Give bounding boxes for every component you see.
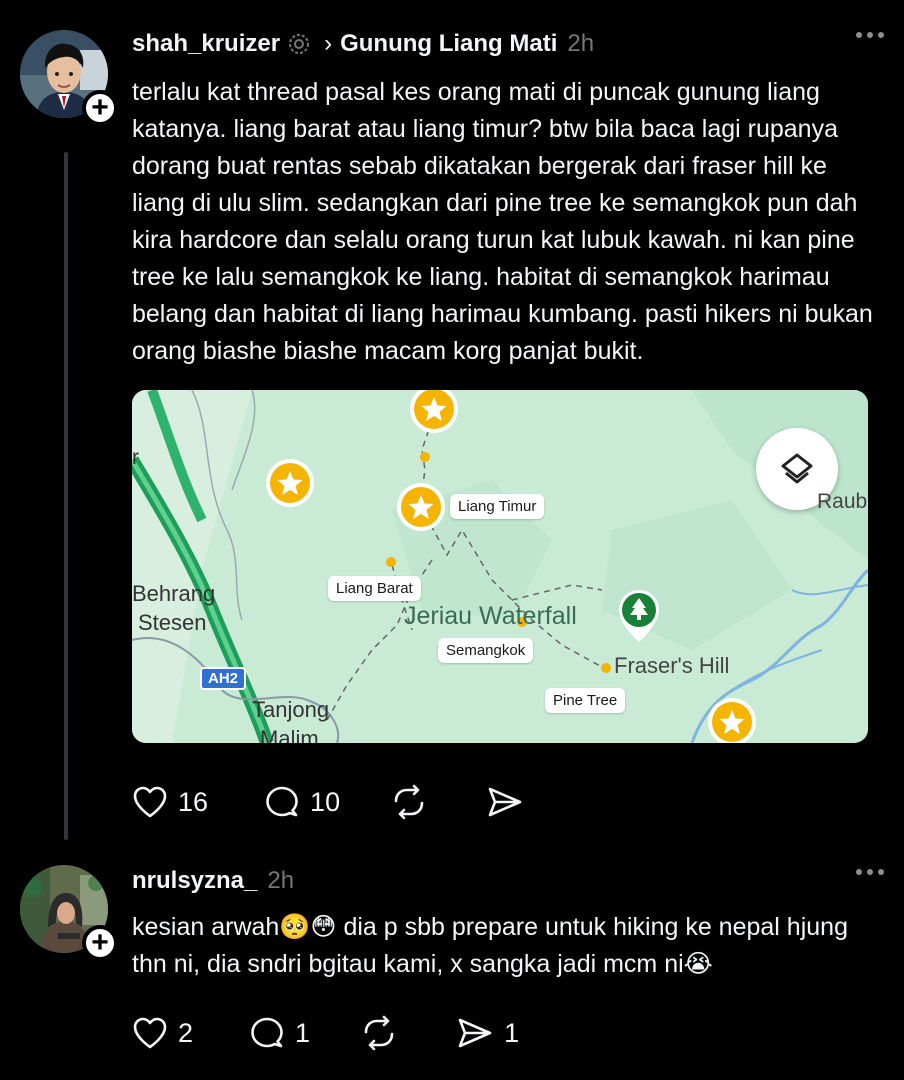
map-place-raub: Raub xyxy=(817,490,868,513)
like-button[interactable]: 2 xyxy=(132,1016,193,1050)
heart-icon xyxy=(133,1017,167,1049)
comment-icon xyxy=(251,1017,283,1048)
reply-count: 1 xyxy=(295,1017,311,1048)
post-header: nrulsyzna_ 2h xyxy=(132,861,884,901)
map-background xyxy=(132,390,868,743)
chevron-right-icon: › xyxy=(324,30,333,57)
post-header: shah_kruizer › Gunung Liang Mati 2h xyxy=(132,24,884,64)
star-marker-icon[interactable] xyxy=(407,390,461,436)
star-marker-icon[interactable] xyxy=(705,695,759,743)
post-actions: 2 1 1 xyxy=(132,1015,519,1051)
share-icon xyxy=(458,1018,492,1048)
highway-shield: AH2 xyxy=(200,667,247,690)
avatar-container[interactable]: + xyxy=(20,30,118,126)
share-count: 1 xyxy=(504,1017,520,1048)
post-text: kesian arwah🥺😳 dia p sbb prepare untuk h… xyxy=(132,913,848,978)
map-place-jeriau: Jeriau Waterfall xyxy=(404,602,577,630)
reply-button[interactable]: 1 xyxy=(249,1015,310,1051)
map-label-semangkok: Semangkok xyxy=(438,638,534,663)
verified-icon xyxy=(289,34,310,54)
post-time: 2h xyxy=(567,30,595,57)
map-place-edge: r xyxy=(132,446,139,469)
map-label-pine-tree: Pine Tree xyxy=(545,688,626,713)
repost-icon xyxy=(394,784,424,820)
repost-button[interactable] xyxy=(390,784,438,820)
username[interactable]: shah_kruizer xyxy=(132,30,280,58)
map-place-behrang: Behrang xyxy=(132,581,216,606)
follow-plus-icon[interactable]: + xyxy=(82,90,118,126)
star-marker-icon[interactable] xyxy=(394,480,448,534)
reply-button[interactable]: 10 xyxy=(264,784,340,820)
reply-post: + nrulsyzna_ 2h kesian arwah🥺😳 dia p sbb… xyxy=(0,845,904,1080)
share-button[interactable]: 1 xyxy=(456,1016,519,1050)
like-count: 16 xyxy=(178,786,209,817)
repost-button[interactable] xyxy=(360,1015,408,1051)
thread-connector-line xyxy=(64,152,68,840)
like-button[interactable]: 16 xyxy=(132,785,208,819)
more-icon[interactable] xyxy=(856,32,884,38)
layers-icon xyxy=(781,453,813,484)
post-time: 2h xyxy=(267,867,295,894)
avatar-container[interactable]: + xyxy=(20,865,118,961)
community-name[interactable]: Gunung Liang Mati xyxy=(340,30,557,58)
map-label-liang-barat: Liang Barat xyxy=(328,576,421,601)
reply-count: 10 xyxy=(310,786,341,817)
map-image[interactable]: r Behrang Stesen Tanjong Malim Jeriau Wa… xyxy=(132,390,868,743)
post-text: terlalu kat thread pasal kes orang mati … xyxy=(132,78,873,365)
map-place-malim: Malim xyxy=(260,726,319,743)
follow-plus-icon[interactable]: + xyxy=(82,925,118,961)
like-count: 2 xyxy=(178,1017,194,1048)
map-place-frasers-hill: Fraser's Hill xyxy=(614,653,730,678)
heart-icon xyxy=(133,786,167,818)
more-icon[interactable] xyxy=(856,869,884,875)
share-button[interactable] xyxy=(486,785,534,819)
repost-icon xyxy=(364,1015,394,1051)
share-icon xyxy=(488,787,522,817)
star-marker-icon[interactable] xyxy=(263,456,317,510)
username[interactable]: nrulsyzna_ xyxy=(132,867,257,895)
post-actions: 16 10 xyxy=(132,784,534,820)
tree-marker-icon[interactable] xyxy=(615,588,663,646)
map-place-stesen: Stesen xyxy=(138,610,207,635)
comment-icon xyxy=(266,786,298,817)
map-place-tanjong: Tanjong xyxy=(252,697,330,722)
thread-post: + shah_kruizer › Gunung Liang Mati 2h te… xyxy=(0,0,904,845)
map-label-liang-timur: Liang Timur xyxy=(450,494,545,519)
